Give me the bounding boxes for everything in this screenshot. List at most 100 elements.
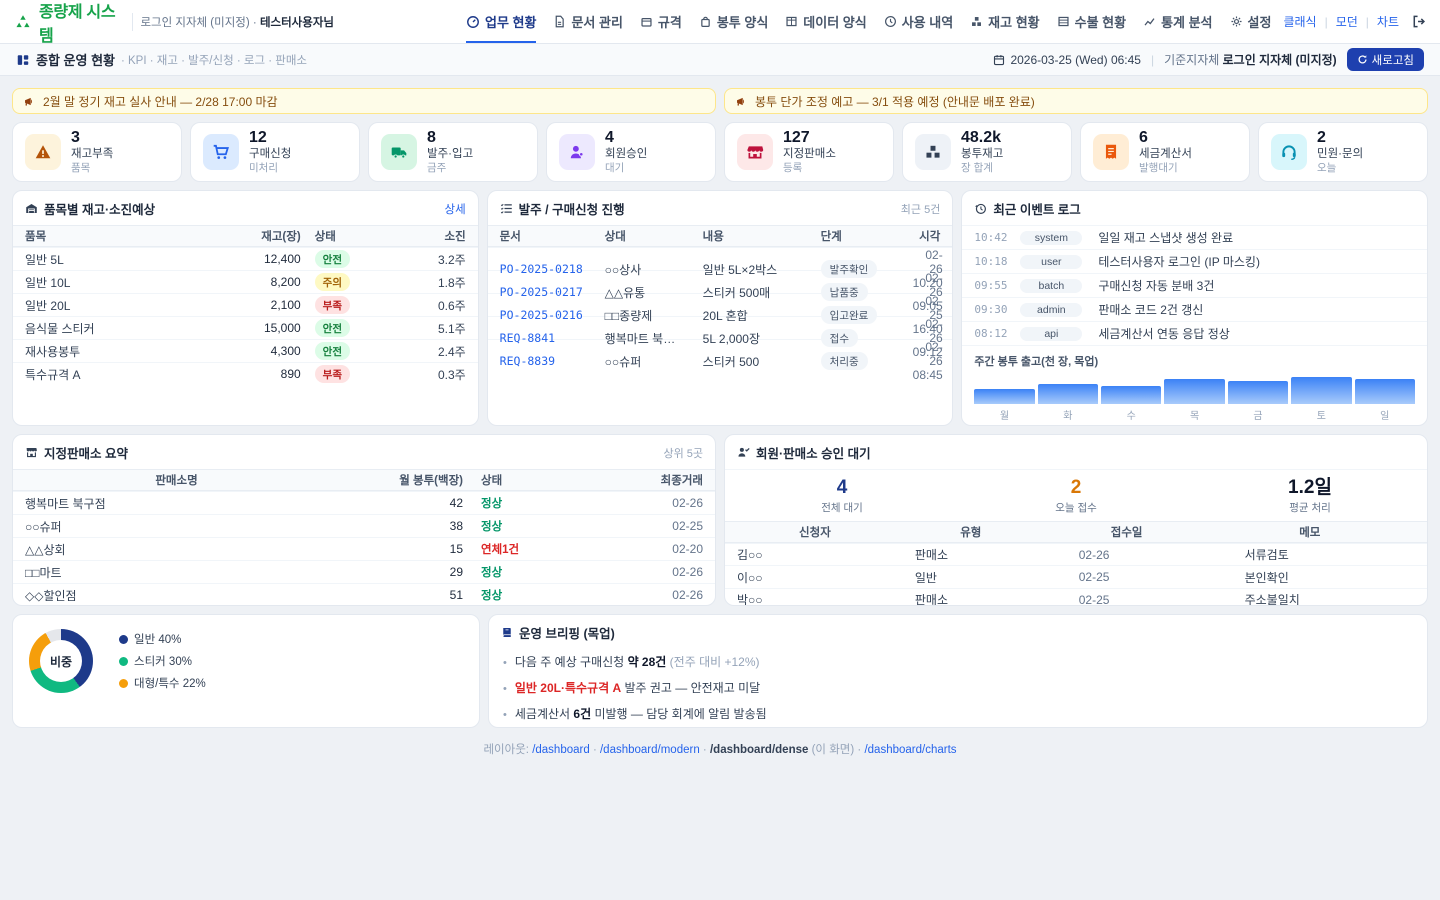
briefing-item: •세금계산서 6건 미발행 — 담당 회계에 알림 발송됨 [503, 700, 1413, 726]
table-row[interactable]: ◇◇할인점51정상02-26 [13, 583, 715, 606]
log-row: 08:12api세금계산서 연동 응답 정상 [962, 321, 1427, 345]
nav-usage-history[interactable]: 사용 내역 [884, 0, 953, 43]
kpi-designated-sellers[interactable]: 127지정판매소등록 [724, 122, 894, 182]
layout-link-charts[interactable]: /dashboard/charts [864, 744, 956, 756]
legend-dot [119, 635, 128, 644]
nav-documents[interactable]: 문서 관리 [553, 0, 622, 43]
breadcrumb: · KPI · 재고 · 발주/신청 · 로그 · 판매소 [121, 52, 307, 68]
table-row[interactable]: PO-2025-0218○○상사일반 5L×2박스발주확인02-26 10:20 [488, 247, 953, 270]
table-row[interactable]: 일반 20L2,100부족0.6주 [13, 293, 478, 316]
top-count-note: 상위 5곳 [663, 445, 703, 461]
table-row[interactable]: 행복마트 북구점42정상02-26 [13, 491, 715, 514]
day-label: 목 [1164, 407, 1224, 422]
doc-link[interactable]: REQ-8841 [500, 331, 605, 345]
log-row: 09:30admin판매소 코드 2건 갱신 [962, 297, 1427, 321]
receipt-icon [1093, 134, 1129, 170]
divider [132, 13, 133, 31]
sub-header: 종합 운영 현황 · KPI · 재고 · 발주/신청 · 로그 · 판매소 2… [0, 44, 1440, 76]
table-row[interactable]: □□마트29정상02-26 [13, 560, 715, 583]
status-text: 정상 [481, 567, 502, 579]
doc-link[interactable]: REQ-8839 [500, 354, 605, 368]
view-chart[interactable]: 차트 [1377, 13, 1399, 30]
status-text: 연체1건 [481, 544, 519, 556]
doc-link[interactable]: PO-2025-0218 [500, 262, 605, 276]
weekly-bar [1355, 379, 1415, 404]
recycle-icon [14, 13, 32, 31]
table-row[interactable]: 일반 5L12,400안전3.2주 [13, 247, 478, 270]
notice-banner[interactable]: 2월 말 정기 재고 실사 안내 — 2/28 17:00 마감 [12, 88, 716, 114]
share-donut-chart: 비중 [29, 629, 93, 693]
refresh-button[interactable]: 새로고침 [1347, 48, 1424, 71]
table-row[interactable]: 재사용봉투4,300안전2.4주 [13, 339, 478, 362]
briefing-item: •일반 20L·특수규격 A 발주 권고 — 안전재고 미달 [503, 674, 1413, 700]
kpi-orders-inbound[interactable]: 8발주·입고금주 [368, 122, 538, 182]
day-label: 일 [1355, 407, 1415, 422]
weekly-outbound-chart: 주간 봉투 출고(천 장, 목업) 월 화 수 목 금 토 [962, 345, 1427, 426]
store-icon [737, 134, 773, 170]
nav-transactions[interactable]: 수불 현황 [1057, 0, 1126, 43]
layout-link-modern[interactable]: /dashboard/modern [600, 744, 700, 756]
legend-dot [119, 657, 128, 666]
table-row[interactable]: 음식물 스티커15,000안전5.1주 [13, 316, 478, 339]
nav-inventory[interactable]: 재고 현황 [970, 0, 1039, 43]
kpi-low-stock[interactable]: 3재고부족품목 [12, 122, 182, 182]
status-text: 정상 [481, 521, 502, 533]
table-row[interactable]: 이○○일반02-25본인확인 [725, 565, 1427, 588]
nav-settings[interactable]: 설정 [1230, 0, 1272, 43]
layout-link-dashboard[interactable]: /dashboard [532, 744, 590, 756]
detail-link[interactable]: 상세 [445, 201, 466, 217]
nav-work-status[interactable]: 업무 현황 [466, 0, 536, 43]
log-tag: batch [1020, 279, 1082, 293]
panel-title: 발주 / 구매신청 진행 [500, 199, 625, 218]
nav-data-forms[interactable]: 데이터 양식 [785, 0, 866, 43]
donut-legend: 일반 40% 스티커 30% 대형/특수 22% [119, 631, 206, 691]
log-tag: admin [1020, 303, 1082, 317]
logout-icon[interactable] [1411, 14, 1426, 29]
nav-bag-forms[interactable]: 봉투 양식 [699, 0, 768, 43]
store-icon [25, 446, 38, 459]
table-row[interactable]: 박○○판매소02-25주소불일치 [725, 588, 1427, 606]
doc-link[interactable]: PO-2025-0217 [500, 285, 605, 299]
view-classic[interactable]: 클래식 [1283, 13, 1316, 30]
table-row[interactable]: △△상회15연체1건02-20 [13, 537, 715, 560]
status-badge: 주의 [315, 273, 350, 291]
user-icon [559, 134, 595, 170]
table-header: 문서상대 내용단계 시각 [488, 225, 953, 247]
panel-title: 최근 이벤트 로그 [974, 199, 1080, 218]
list-check-icon [500, 202, 513, 215]
page-title: 종합 운영 현황 [16, 50, 115, 69]
nav-statistics[interactable]: 통계 분석 [1143, 0, 1212, 43]
kpi-tax-invoices[interactable]: 6세금계산서발행대기 [1080, 122, 1250, 182]
megaphone-icon [735, 95, 748, 108]
kpi-bag-stock[interactable]: 48.2k봉투재고장 합계 [902, 122, 1072, 182]
table-row[interactable]: 일반 10L8,200주의1.8주 [13, 270, 478, 293]
panel-title: 운영 브리핑 (목업) [501, 623, 615, 642]
kpi-purchase-requests[interactable]: 12구매신청미처리 [190, 122, 360, 182]
refresh-icon [1357, 54, 1368, 65]
status-text: 정상 [481, 498, 502, 510]
kpi-inquiries[interactable]: 2민원·문의오늘 [1258, 122, 1428, 182]
table-row[interactable]: ○○슈퍼38정상02-25 [13, 514, 715, 537]
kpi-member-approval[interactable]: 4회원승인대기 [546, 122, 716, 182]
view-modern[interactable]: 모던 [1336, 13, 1358, 30]
status-badge: 안전 [315, 342, 350, 360]
megaphone-icon [23, 95, 36, 108]
stage-badge: 납품중 [821, 283, 868, 301]
notice-banner[interactable]: 봉투 단가 조정 예고 — 3/1 적용 예정 (안내문 배포 완료) [724, 88, 1428, 114]
table-row[interactable]: 특수규격 A890부족0.3주 [13, 362, 478, 385]
status-text: 정상 [481, 590, 502, 602]
stage-badge: 접수 [821, 329, 858, 347]
briefing-panel: 운영 브리핑 (목업) •다음 주 예상 구매신청 약 28건 (전주 대비 +… [488, 614, 1428, 728]
weekly-bar [1164, 379, 1224, 404]
nav-specs[interactable]: 규격 [640, 0, 682, 43]
calendar-icon [993, 54, 1005, 66]
layout-current-note: (이 화면) [812, 744, 855, 756]
weekly-bar [1101, 386, 1161, 404]
stat-avg-processing: 1.2일평균 처리 [1193, 470, 1427, 521]
doc-link[interactable]: PO-2025-0216 [500, 308, 605, 322]
share-panel: 비중 일반 40% 스티커 30% 대형/특수 22% [12, 614, 480, 728]
legend-item: 스티커 30% [119, 653, 206, 669]
table-header: 신청자 유형 접수일 메모 [725, 521, 1427, 543]
book-icon [501, 626, 513, 639]
table-row[interactable]: 김○○판매소02-26서류검토 [725, 543, 1427, 566]
